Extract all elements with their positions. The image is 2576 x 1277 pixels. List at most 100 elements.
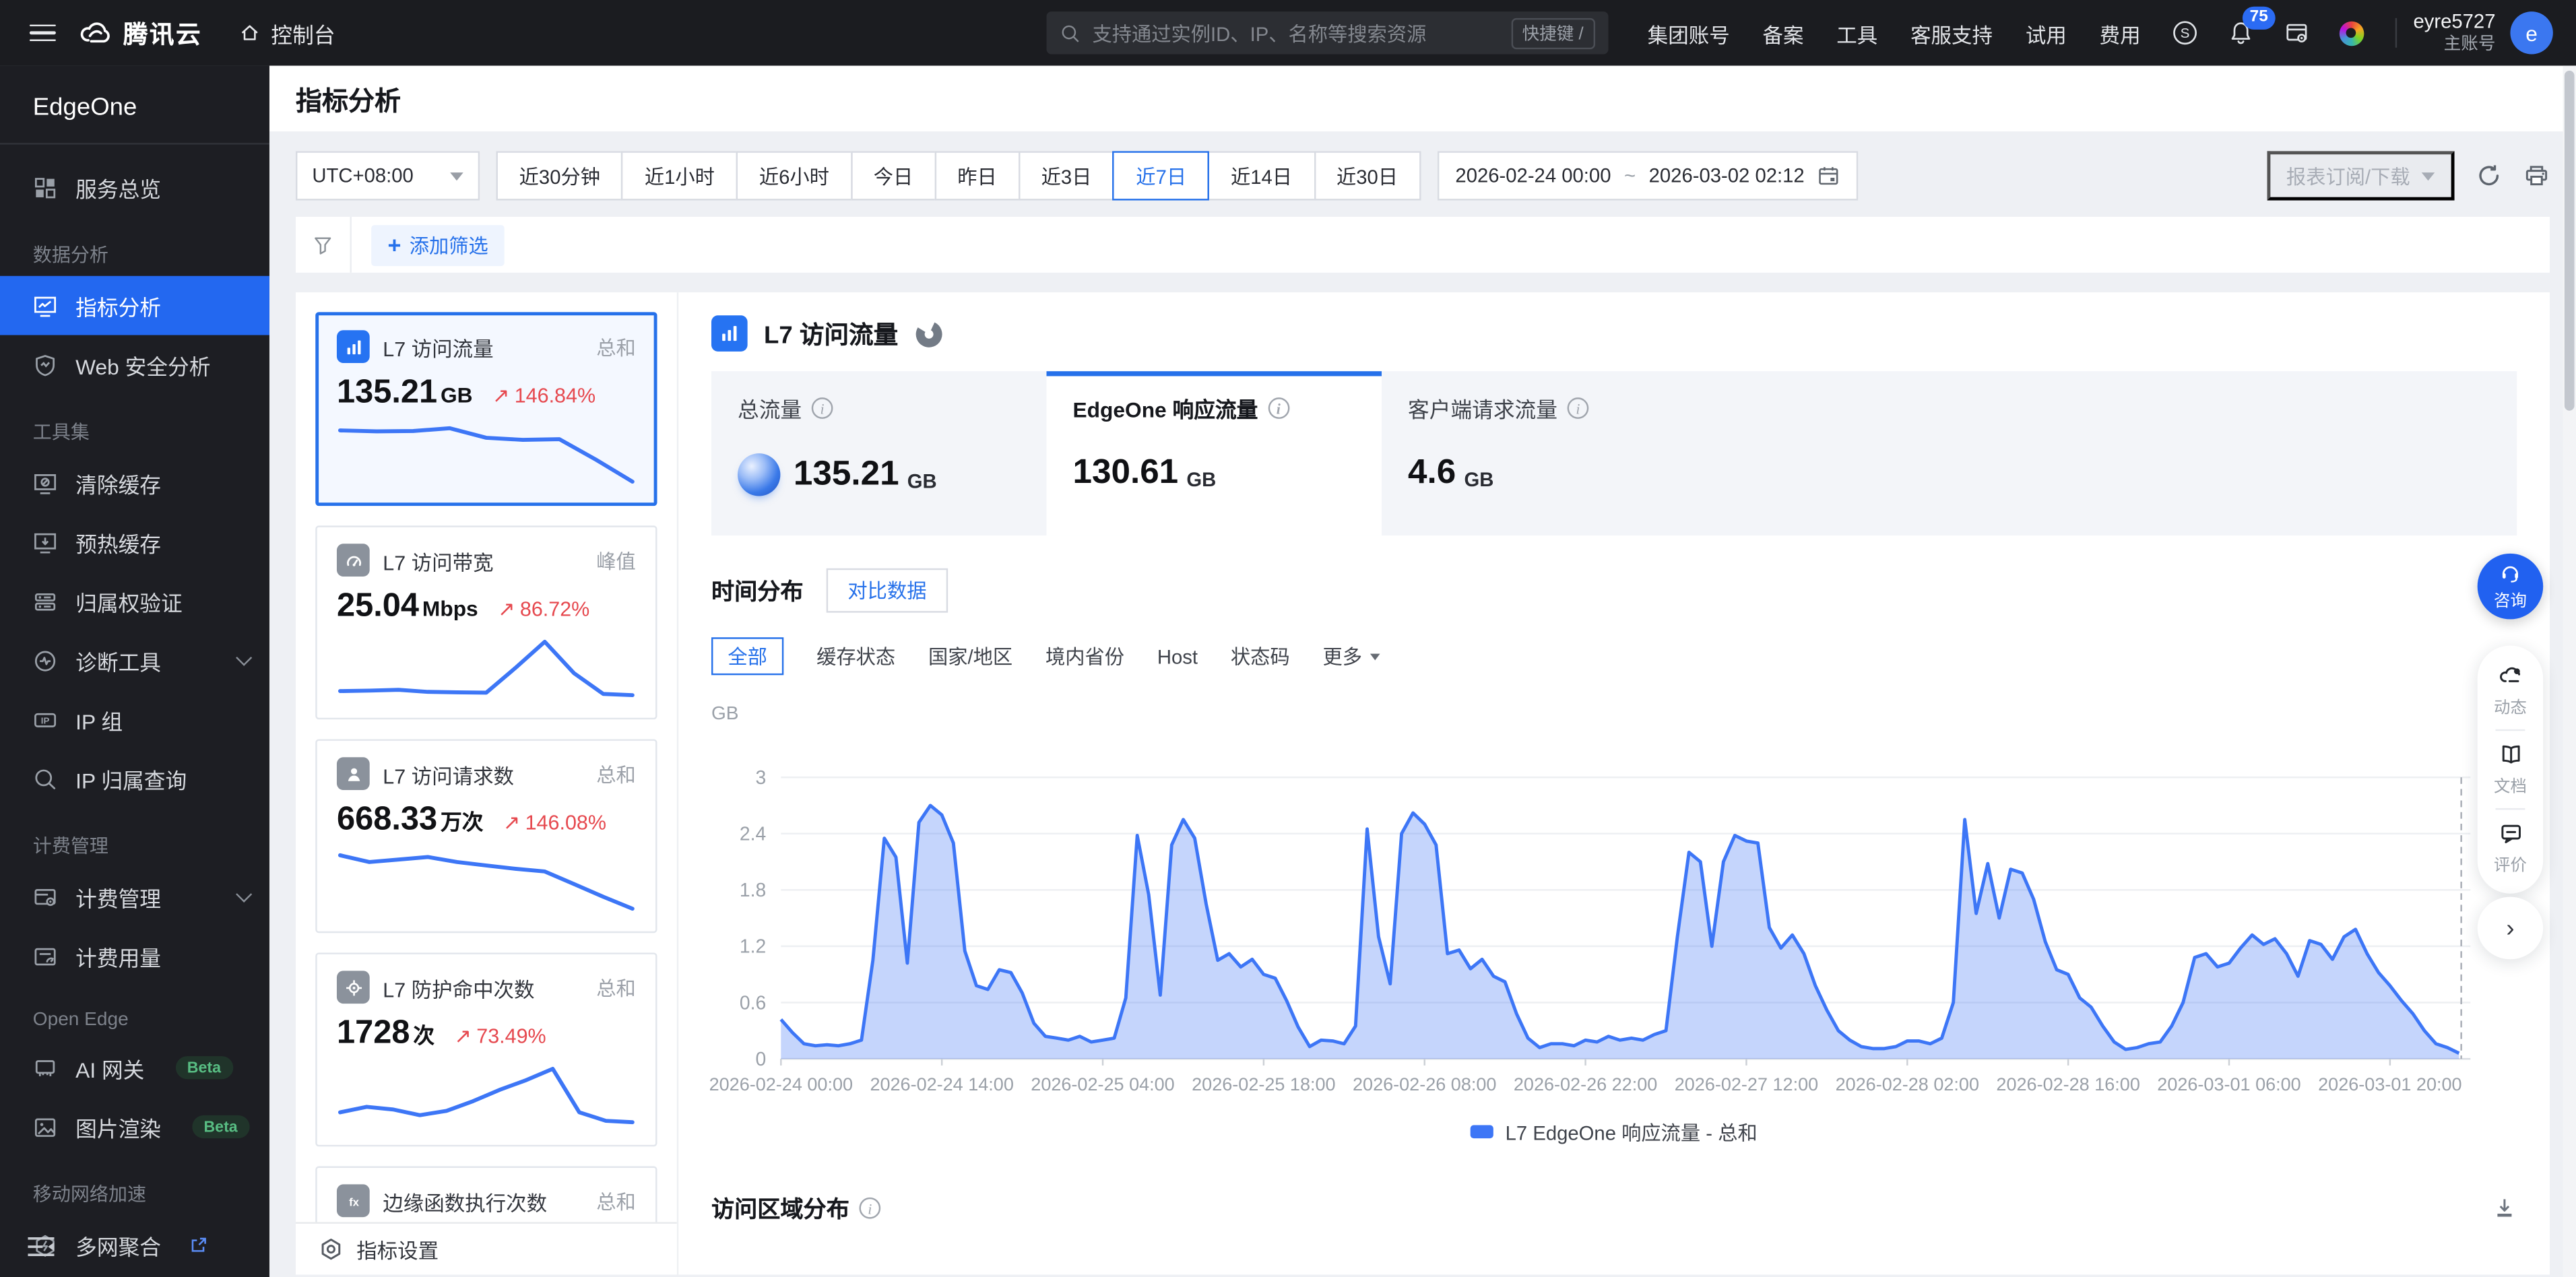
tab-total-traffic[interactable]: 总流量i 135.21 GB: [711, 371, 1047, 535]
timezone-select[interactable]: UTC+08:00: [296, 151, 480, 200]
notification-bell-icon[interactable]: 75: [2228, 20, 2254, 46]
card-l7-security-hits[interactable]: L7 防护命中次数 总和 1728 次 ↗73.49%: [315, 952, 657, 1146]
sidebar-item-web-security[interactable]: Web 安全分析: [0, 335, 269, 395]
nav-tools[interactable]: 工具: [1836, 18, 1877, 48]
download-icon[interactable]: [2492, 1196, 2517, 1221]
sidebar-item-diagnostics[interactable]: 诊断工具: [0, 630, 269, 690]
sidebar-item-ai-gateway[interactable]: AI 网关 Beta: [0, 1038, 269, 1097]
scrollbar-thumb[interactable]: [2565, 71, 2575, 411]
person-icon: [337, 757, 370, 790]
card-l7-bandwidth[interactable]: L7 访问带宽 峰值 25.04 Mbps ↗86.72%: [315, 525, 657, 719]
floating-expand-button[interactable]: ›: [2478, 897, 2544, 960]
dim-tab-all[interactable]: 全部: [711, 637, 783, 675]
card-value: 135.21: [337, 374, 437, 412]
diagnostics-icon: [33, 648, 58, 673]
chart-legend[interactable]: L7 EdgeOne 响应流量 - 总和: [711, 1119, 2517, 1146]
refresh-icon[interactable]: [2476, 162, 2502, 189]
hamburger-menu-icon[interactable]: [30, 24, 56, 42]
tencent-cloud-logo[interactable]: 腾讯云: [79, 15, 202, 50]
range-14d-button[interactable]: 近14日: [1208, 151, 1315, 200]
tab-client-request-traffic[interactable]: 客户端请求流量i 4.6 GB: [1382, 371, 1717, 535]
sidebar-item-ip-lookup[interactable]: IP 归属查询: [0, 749, 269, 808]
range-3d-button[interactable]: 近3日: [1018, 151, 1114, 200]
account-info[interactable]: eyre5727 主账号: [2413, 9, 2495, 56]
dim-tab-status-code[interactable]: 状态码: [1231, 643, 1290, 670]
global-search-input[interactable]: 支持通过实例ID、IP、名称等搜索资源 快捷键 /: [1046, 11, 1608, 54]
range-today-button[interactable]: 今日: [851, 151, 936, 200]
nav-group-account[interactable]: 集团账号: [1648, 18, 1730, 48]
sidebar-item-billing[interactable]: 计费管理: [0, 867, 269, 927]
prefetch-icon: [33, 530, 58, 555]
dim-tab-host[interactable]: Host: [1157, 645, 1198, 667]
dim-tab-country[interactable]: 国家/地区: [928, 643, 1012, 670]
grid-icon: [33, 175, 58, 200]
range-7d-button[interactable]: 近7日: [1113, 151, 1209, 200]
open-book-icon: [2498, 742, 2523, 767]
metric-settings-button[interactable]: 指标设置: [296, 1222, 677, 1274]
dim-tab-province[interactable]: 境内省份: [1045, 643, 1124, 670]
page-scrollbar[interactable]: [2563, 66, 2576, 1277]
ip-group-icon: IP: [33, 707, 58, 732]
report-subscribe-download-button[interactable]: 报表订阅/下载: [2267, 151, 2455, 200]
printer-icon[interactable]: [2523, 162, 2550, 189]
add-filter-button[interactable]: + 添加筛选: [371, 224, 505, 265]
filter-funnel-cell[interactable]: [296, 217, 352, 273]
sidebar-item-metrics[interactable]: 指标分析: [0, 276, 269, 335]
info-icon[interactable]: i: [859, 1198, 880, 1220]
sidebar-item-ip-group[interactable]: IP IP 组: [0, 690, 269, 749]
usage-meter-icon: [33, 944, 58, 969]
feedback-item[interactable]: 评价: [2494, 821, 2527, 875]
app-swirl-icon[interactable]: [2340, 20, 2364, 45]
consult-button[interactable]: 咨询: [2478, 554, 2544, 620]
sidebar-item-purge-cache[interactable]: 清除缓存: [0, 453, 269, 513]
news-item[interactable]: 动态: [2494, 663, 2527, 717]
nav-support[interactable]: 客服支持: [1910, 18, 1993, 48]
date-separator: ~: [1624, 164, 1636, 187]
sidebar-item-billing-usage[interactable]: 计费用量: [0, 926, 269, 985]
trend-up-icon: ↗: [498, 596, 515, 621]
s-circle-icon[interactable]: S: [2172, 20, 2198, 46]
tab-edgeone-response-traffic[interactable]: EdgeOne 响应流量i 130.61 GB: [1046, 371, 1382, 535]
purge-cache-icon: [33, 471, 58, 496]
docs-label: 文档: [2494, 772, 2527, 797]
console-settings-icon[interactable]: [2284, 20, 2310, 46]
svg-text:1.8: 1.8: [740, 879, 766, 901]
sidebar-item-overview[interactable]: 服务总览: [0, 158, 269, 217]
info-icon[interactable]: i: [1568, 397, 1589, 419]
nav-icp[interactable]: 备案: [1763, 18, 1804, 48]
card-edge-function[interactable]: fx 边缘函数执行次数 总和: [315, 1167, 657, 1222]
info-icon[interactable]: i: [812, 397, 833, 419]
date-range-picker[interactable]: 2026-02-24 00:00 ~ 2026-03-02 02:12: [1438, 151, 1859, 200]
donut-chart-toggle-icon[interactable]: [915, 319, 942, 347]
account-name: eyre5727: [2413, 9, 2495, 34]
sidebar-item-ownership[interactable]: 归属权验证: [0, 572, 269, 631]
range-1h-button[interactable]: 近1小时: [622, 151, 738, 200]
docs-item[interactable]: 文档: [2494, 742, 2527, 796]
time-range-group: 近30分钟 近1小时 近6小时 今日 昨日 近3日 近7日 近14日 近30日: [496, 151, 1421, 200]
card-l7-traffic[interactable]: L7 访问流量 总和 135.21 GB ↗146.84%: [315, 312, 657, 506]
sidebar-collapse-icon[interactable]: [26, 1235, 56, 1257]
nav-trial[interactable]: 试用: [2026, 18, 2067, 48]
sidebar-item-image-render[interactable]: 图片渲染 Beta: [0, 1097, 269, 1156]
compare-data-button[interactable]: 对比数据: [827, 568, 948, 613]
tab-value: 135.21: [794, 455, 899, 495]
chart-title: L7 访问流量: [764, 316, 898, 350]
svg-text:2026-02-24 00:00: 2026-02-24 00:00: [709, 1074, 853, 1094]
card-change: ↗146.08%: [503, 810, 606, 834]
dim-tab-cache-status[interactable]: 缓存状态: [816, 643, 895, 670]
nav-billing[interactable]: 费用: [2100, 18, 2141, 48]
card-l7-requests[interactable]: L7 访问请求数 总和 668.33 万次 ↗146.08%: [315, 739, 657, 933]
console-label: 控制台: [271, 18, 335, 48]
console-link[interactable]: 控制台: [238, 18, 335, 48]
info-icon[interactable]: i: [1268, 397, 1289, 419]
range-6h-button[interactable]: 近6小时: [736, 151, 852, 200]
trend-up-icon: ↗: [503, 810, 521, 834]
range-30min-button[interactable]: 近30分钟: [496, 151, 624, 200]
section-title: 时间分布: [711, 574, 804, 607]
range-30d-button[interactable]: 近30日: [1314, 151, 1421, 200]
sidebar-item-prefetch-cache[interactable]: 预热缓存: [0, 513, 269, 572]
card-title: L7 访问流量: [383, 331, 583, 362]
avatar[interactable]: e: [2510, 11, 2552, 54]
dim-tab-more[interactable]: 更多: [1322, 643, 1380, 670]
range-yesterday-button[interactable]: 昨日: [934, 151, 1020, 200]
